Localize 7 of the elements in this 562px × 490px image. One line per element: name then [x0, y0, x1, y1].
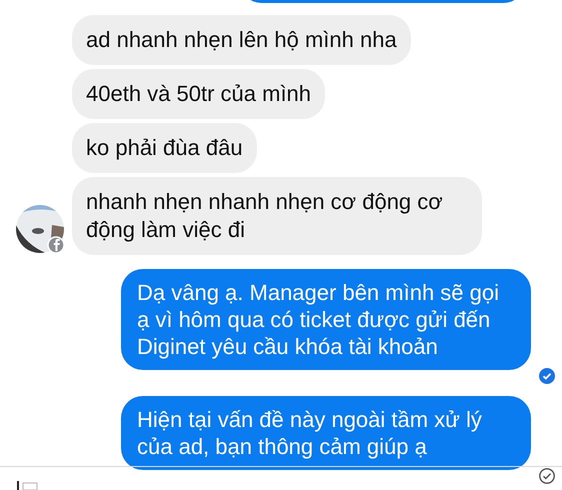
- received-message: nhanh nhẹn nhanh nhẹn cơ động cơ động làm việc đi: [72, 177, 482, 255]
- sent-message: Dạ vâng ạ. Manager bên mình sẽ gọi ạ vì hôm qua có ticket được gửi đến Diginet yêu cầu khóa tài khoản: [121, 269, 531, 370]
- received-message: 40eth và 50tr của mình: [72, 69, 326, 119]
- received-message: ko phải đùa đâu: [72, 123, 257, 173]
- sent-message: Hiện tại vấn đề này ngoài tầm xử lý của ad, bạn thông cảm giúp ạ: [121, 396, 531, 470]
- composer-icon: [17, 481, 39, 490]
- received-message: ad nhanh nhẹn lên hộ mình nha: [72, 15, 411, 65]
